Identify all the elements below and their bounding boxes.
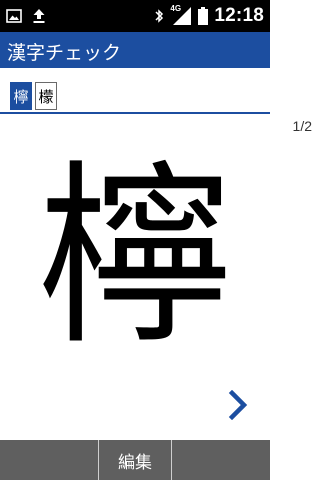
page-indicator: 1/2 xyxy=(292,118,312,134)
page-title: 漢字チェック xyxy=(7,42,122,64)
status-bar: 4G 12:18 xyxy=(0,0,270,32)
tab-strip: 檸 檬 xyxy=(0,68,270,114)
title-bar: 漢字チェック xyxy=(0,32,270,68)
bluetooth-icon xyxy=(155,9,164,23)
status-left xyxy=(6,6,46,26)
chevron-right-icon xyxy=(228,390,248,420)
softkey-right[interactable] xyxy=(172,440,270,480)
next-button[interactable] xyxy=(224,388,252,422)
signal-icon: 4G xyxy=(170,4,192,26)
tab-kanji-1[interactable]: 檸 xyxy=(10,82,32,110)
kanji-display: 檸 xyxy=(36,144,233,372)
battery-icon xyxy=(198,7,209,25)
upload-icon xyxy=(33,9,45,23)
status-right: 4G 12:18 xyxy=(154,4,264,28)
bottom-bar: 編集 xyxy=(0,440,270,480)
gallery-icon xyxy=(6,9,22,23)
edit-button[interactable]: 編集 xyxy=(99,440,171,480)
clock: 12:18 xyxy=(214,5,264,26)
tab-kanji-2[interactable]: 檬 xyxy=(35,82,57,110)
softkey-left[interactable] xyxy=(0,440,98,480)
